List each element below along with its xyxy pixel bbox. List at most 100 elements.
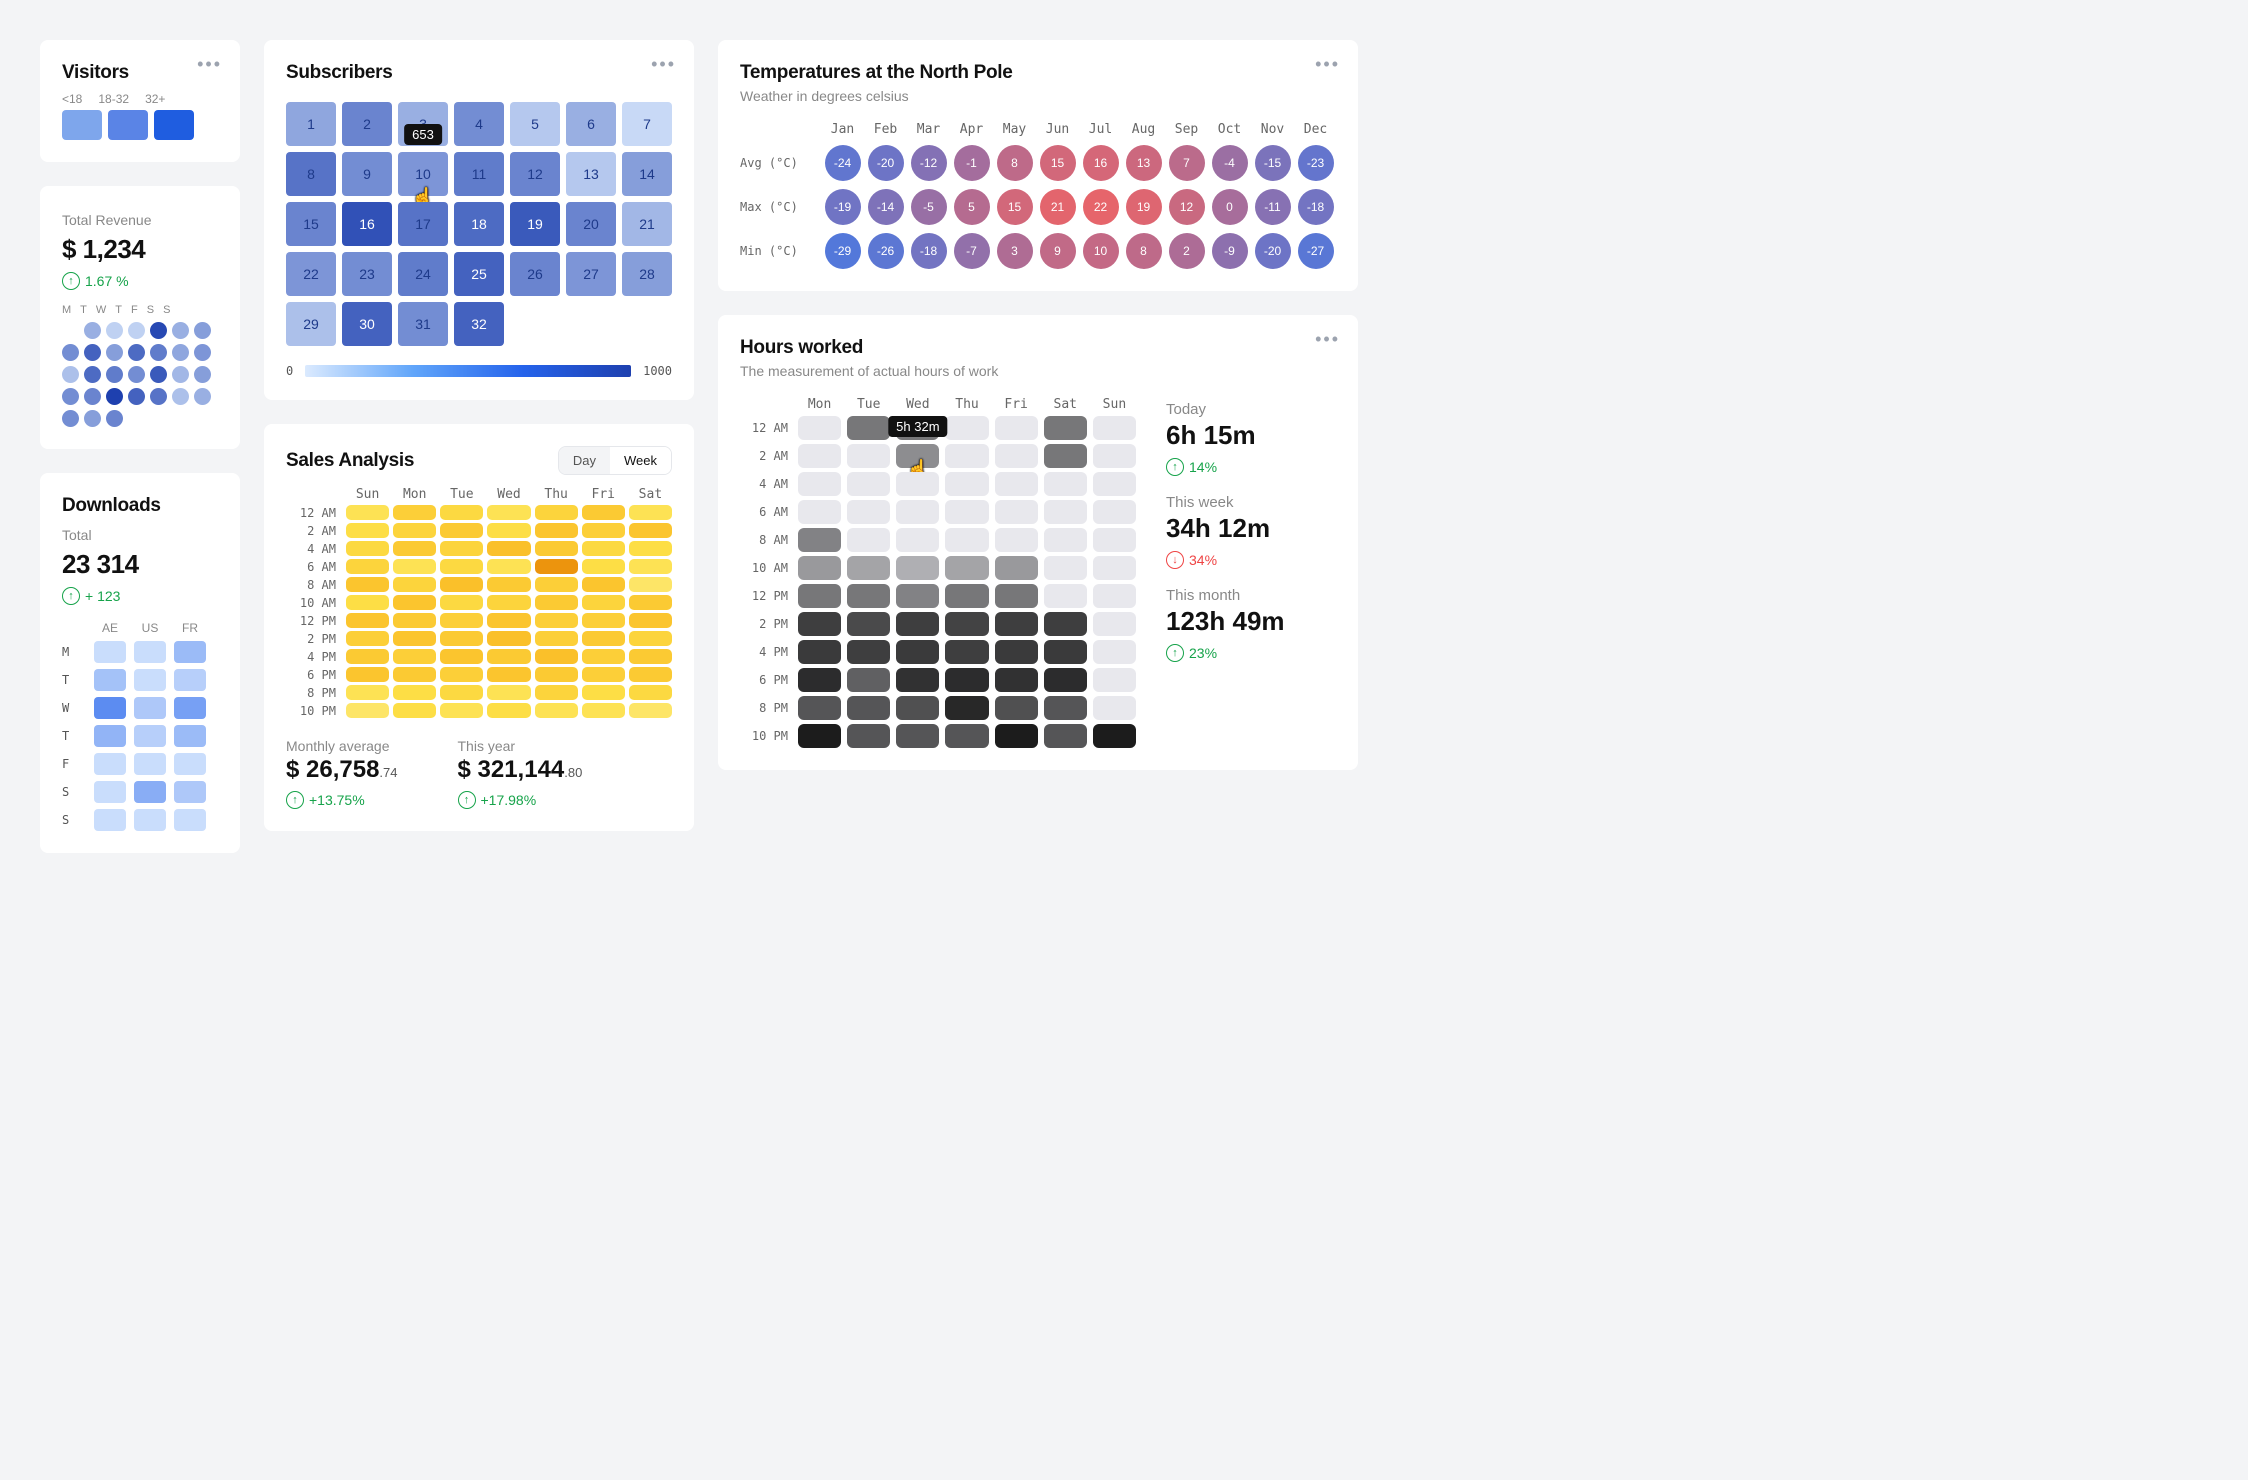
hours-cell[interactable] xyxy=(945,416,988,440)
calendar-dot[interactable] xyxy=(150,344,167,361)
sales-cell[interactable] xyxy=(629,667,672,682)
hours-cell[interactable] xyxy=(995,668,1038,692)
hours-cell[interactable] xyxy=(1044,416,1087,440)
sales-cell[interactable] xyxy=(487,577,530,592)
sales-cell[interactable] xyxy=(582,703,625,718)
hours-cell[interactable] xyxy=(798,724,841,748)
calendar-dot[interactable] xyxy=(128,344,145,361)
temp-cell[interactable]: 12 xyxy=(1169,189,1205,225)
hours-cell[interactable] xyxy=(1044,528,1087,552)
sales-cell[interactable] xyxy=(535,523,578,538)
hours-cell[interactable] xyxy=(847,724,890,748)
hours-cell[interactable] xyxy=(1044,696,1087,720)
sales-cell[interactable] xyxy=(346,613,389,628)
subscriber-cell[interactable]: 21 xyxy=(622,202,672,246)
calendar-dot[interactable] xyxy=(106,388,123,405)
temp-cell[interactable]: 8 xyxy=(997,145,1033,181)
sales-cell[interactable] xyxy=(346,541,389,556)
sales-cell[interactable] xyxy=(487,649,530,664)
calendar-dot[interactable] xyxy=(150,322,167,339)
temp-cell[interactable]: -20 xyxy=(868,145,904,181)
sales-cell[interactable] xyxy=(487,505,530,520)
sales-cell[interactable] xyxy=(582,559,625,574)
sales-cell[interactable] xyxy=(629,703,672,718)
temp-cell[interactable]: 13 xyxy=(1126,145,1162,181)
hours-cell[interactable] xyxy=(945,584,988,608)
hours-cell[interactable] xyxy=(847,444,890,468)
hours-cell[interactable] xyxy=(1044,668,1087,692)
calendar-dot[interactable] xyxy=(128,322,145,339)
temp-cell[interactable]: -7 xyxy=(954,233,990,269)
sales-cell[interactable] xyxy=(393,577,436,592)
temp-cell[interactable]: -27 xyxy=(1298,233,1334,269)
calendar-dot[interactable] xyxy=(106,410,123,427)
hours-cell[interactable] xyxy=(995,724,1038,748)
sales-cell[interactable] xyxy=(346,595,389,610)
hours-cell[interactable] xyxy=(896,472,939,496)
hours-cell[interactable] xyxy=(995,444,1038,468)
hours-cell[interactable] xyxy=(847,416,890,440)
sales-cell[interactable] xyxy=(629,523,672,538)
calendar-dot[interactable] xyxy=(194,344,211,361)
sales-cell[interactable] xyxy=(393,541,436,556)
sales-cell[interactable] xyxy=(440,577,483,592)
hours-cell[interactable] xyxy=(847,584,890,608)
sales-cell[interactable] xyxy=(440,505,483,520)
sales-cell[interactable] xyxy=(487,685,530,700)
hours-cell[interactable] xyxy=(1093,416,1136,440)
sales-cell[interactable] xyxy=(393,685,436,700)
sales-cell[interactable] xyxy=(346,523,389,538)
sales-cell[interactable] xyxy=(440,685,483,700)
hours-cell[interactable] xyxy=(1093,528,1136,552)
calendar-dot[interactable] xyxy=(150,410,167,427)
hours-cell[interactable] xyxy=(1093,696,1136,720)
temp-cell[interactable]: 7 xyxy=(1169,145,1205,181)
subscriber-cell[interactable]: 19 xyxy=(510,202,560,246)
calendar-dot[interactable] xyxy=(84,344,101,361)
sales-cell[interactable] xyxy=(582,523,625,538)
sales-cell[interactable] xyxy=(393,649,436,664)
temp-cell[interactable]: 2 xyxy=(1169,233,1205,269)
hours-cell[interactable] xyxy=(1044,556,1087,580)
hours-cell[interactable] xyxy=(995,528,1038,552)
sales-cell[interactable] xyxy=(582,685,625,700)
hours-cell[interactable] xyxy=(945,472,988,496)
hours-cell[interactable] xyxy=(1093,668,1136,692)
download-cell[interactable] xyxy=(94,725,126,747)
hours-cell[interactable] xyxy=(847,500,890,524)
hours-cell[interactable] xyxy=(1093,472,1136,496)
hours-cell[interactable] xyxy=(945,556,988,580)
sales-cell[interactable] xyxy=(440,595,483,610)
sales-cell[interactable] xyxy=(393,613,436,628)
temp-cell[interactable]: 19 xyxy=(1126,189,1162,225)
hours-cell[interactable] xyxy=(896,556,939,580)
temp-cell[interactable]: 0 xyxy=(1212,189,1248,225)
subscriber-cell[interactable]: 10653☝ xyxy=(398,152,448,196)
sales-cell[interactable] xyxy=(535,577,578,592)
temp-cell[interactable]: 16 xyxy=(1083,145,1119,181)
hours-cell[interactable] xyxy=(1093,640,1136,664)
subscriber-cell[interactable]: 4 xyxy=(454,102,504,146)
calendar-dot[interactable] xyxy=(128,388,145,405)
hours-cell[interactable] xyxy=(995,696,1038,720)
subscriber-cell[interactable]: 1 xyxy=(286,102,336,146)
sales-cell[interactable] xyxy=(535,631,578,646)
temp-cell[interactable]: 8 xyxy=(1126,233,1162,269)
download-cell[interactable] xyxy=(174,725,206,747)
subscriber-cell[interactable]: 15 xyxy=(286,202,336,246)
sales-cell[interactable] xyxy=(440,613,483,628)
calendar-dot[interactable] xyxy=(128,366,145,383)
subscriber-cell[interactable]: 6 xyxy=(566,102,616,146)
toggle-week[interactable]: Week xyxy=(610,447,671,474)
sales-cell[interactable] xyxy=(582,649,625,664)
subscriber-cell[interactable]: 2 xyxy=(342,102,392,146)
calendar-dot[interactable] xyxy=(128,410,145,427)
more-icon[interactable]: ••• xyxy=(1315,335,1340,343)
temp-cell[interactable]: -24 xyxy=(825,145,861,181)
hours-cell[interactable] xyxy=(1044,472,1087,496)
sales-cell[interactable] xyxy=(535,541,578,556)
sales-cell[interactable] xyxy=(440,559,483,574)
sales-cell[interactable] xyxy=(393,703,436,718)
sales-cell[interactable] xyxy=(535,613,578,628)
sales-cell[interactable] xyxy=(535,505,578,520)
